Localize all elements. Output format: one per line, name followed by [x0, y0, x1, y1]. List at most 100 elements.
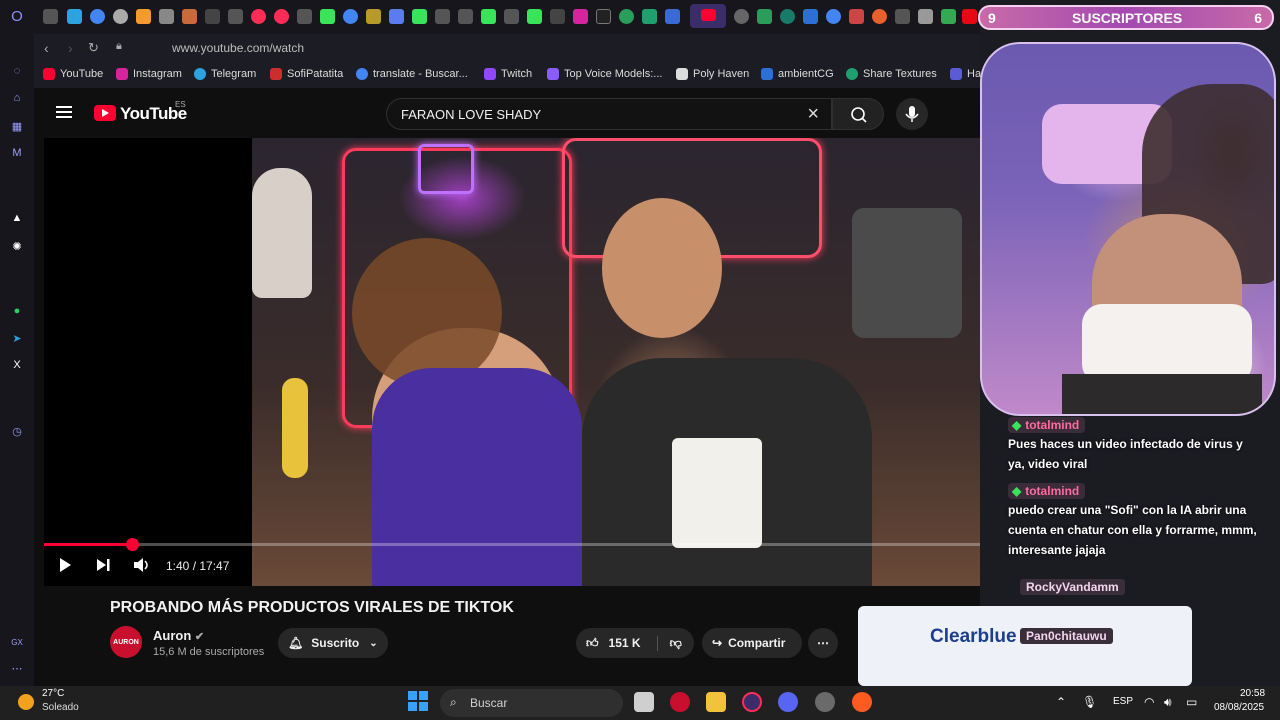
tab[interactable] — [366, 9, 381, 24]
start-button[interactable] — [408, 691, 428, 711]
tab[interactable] — [458, 9, 473, 24]
menu-icon[interactable] — [56, 106, 72, 118]
gx-icon[interactable]: GX — [9, 634, 25, 650]
clock-date[interactable]: 08/08/2025 — [1214, 702, 1264, 713]
bookmark-youtube[interactable]: YouTube — [43, 68, 103, 80]
tab[interactable] — [228, 9, 243, 24]
play-button[interactable] — [56, 556, 74, 579]
volume-button[interactable] — [132, 556, 152, 579]
lock-icon[interactable]: 🔒︎ — [116, 40, 122, 53]
battery-icon[interactable]: ▭ — [1186, 695, 1197, 709]
app-icon[interactable] — [815, 692, 835, 712]
share-button[interactable]: ↪ Compartir — [702, 628, 802, 658]
language-indicator[interactable]: ESP — [1113, 696, 1133, 707]
history-icon[interactable]: ◷ — [9, 423, 25, 439]
weather-temperature[interactable]: 27°C — [42, 688, 64, 699]
ad-banner[interactable]: Clearblue — [858, 606, 1192, 686]
tab[interactable] — [780, 9, 795, 24]
tab[interactable] — [159, 9, 174, 24]
reload-icon[interactable]: ↻ — [88, 40, 99, 56]
telegram-icon[interactable]: ➤ — [9, 330, 25, 346]
chatgpt-icon[interactable]: ✺ — [9, 238, 25, 254]
tab[interactable] — [895, 9, 910, 24]
messenger-icon[interactable]: M — [9, 145, 25, 161]
tab[interactable] — [573, 9, 588, 24]
bookmark-ambientcg[interactable]: ambientCG — [761, 68, 834, 80]
tab[interactable] — [826, 9, 841, 24]
task-view-icon[interactable] — [634, 692, 654, 712]
next-button[interactable] — [94, 556, 112, 579]
scrubber-handle[interactable] — [126, 538, 139, 551]
tab[interactable] — [297, 9, 312, 24]
tab[interactable] — [803, 9, 818, 24]
tab[interactable] — [43, 9, 58, 24]
tab[interactable] — [274, 9, 289, 24]
pinboard-icon[interactable]: ▦ — [9, 118, 25, 134]
like-count[interactable]: 151 K — [609, 636, 641, 650]
search-button[interactable] — [832, 98, 884, 130]
taskbar-search[interactable]: ⌕ Buscar — [440, 689, 623, 717]
url-field[interactable]: www.youtube.com/watch — [172, 41, 304, 55]
bookmark-telegram[interactable]: Telegram — [194, 68, 256, 80]
tab[interactable] — [665, 9, 680, 24]
video-player[interactable]: 1:40 / 17:47 — [44, 138, 980, 586]
speaker-icon[interactable]: 🔊︎ — [1164, 695, 1172, 710]
bookmark-sofipatatita[interactable]: SofiPatatita — [270, 68, 343, 80]
aria-icon[interactable]: ◌ — [9, 63, 25, 79]
tab[interactable] — [642, 9, 657, 24]
opera-logo-icon[interactable]: O — [9, 8, 25, 25]
tab[interactable] — [619, 9, 634, 24]
wifi-icon[interactable]: ◠ — [1144, 695, 1154, 709]
like-icon[interactable]: 👍︎ — [586, 636, 599, 651]
tab[interactable] — [389, 9, 404, 24]
sun-icon[interactable] — [18, 694, 34, 710]
more-icon[interactable]: ⋯ — [9, 660, 25, 676]
x-icon[interactable]: X — [9, 357, 25, 373]
subscribe-button[interactable]: 🔔︎ Suscrito ⌄ — [278, 628, 388, 658]
tab[interactable] — [320, 9, 335, 24]
tab[interactable] — [251, 9, 266, 24]
tab[interactable] — [67, 9, 82, 24]
voice-search-button[interactable] — [896, 98, 928, 130]
bookmark-translate[interactable]: translate - Buscar... — [356, 68, 468, 80]
tab[interactable] — [757, 9, 772, 24]
forward-icon[interactable]: › — [68, 40, 73, 56]
bookmark-share-textures[interactable]: Share Textures — [846, 68, 937, 80]
discord-icon[interactable] — [778, 692, 798, 712]
tab[interactable] — [918, 9, 933, 24]
tab[interactable] — [90, 9, 105, 24]
clear-icon[interactable]: × — [807, 103, 819, 126]
workspace-icon[interactable]: ⌂ — [9, 90, 25, 106]
microphone-icon[interactable]: 🎙︎ — [1082, 695, 1097, 709]
tab[interactable] — [435, 9, 450, 24]
chevron-up-icon[interactable]: ⌃ — [1056, 695, 1066, 709]
more-actions-button[interactable]: ⋯ — [808, 628, 838, 658]
dislike-icon[interactable]: 👎︎ — [656, 635, 682, 651]
tab[interactable] — [527, 9, 542, 24]
tab[interactable] — [182, 9, 197, 24]
search-input[interactable]: FARAON LOVE SHADY × — [386, 98, 832, 130]
tab[interactable] — [113, 9, 128, 24]
tab[interactable] — [412, 9, 427, 24]
clock-time[interactable]: 20:58 — [1240, 688, 1265, 699]
youtube-logo-icon[interactable] — [94, 105, 116, 121]
avatar[interactable]: AURON — [110, 626, 142, 658]
progress-bar[interactable] — [44, 538, 980, 551]
file-explorer-icon[interactable] — [706, 692, 726, 712]
tab[interactable] — [481, 9, 496, 24]
back-icon[interactable]: ‹ — [44, 40, 49, 56]
bookmark-poly-haven[interactable]: Poly Haven — [676, 68, 749, 80]
tab[interactable] — [343, 9, 358, 24]
active-tab[interactable] — [690, 4, 726, 28]
tab[interactable] — [872, 9, 887, 24]
bookmark-twitch[interactable]: Twitch — [484, 68, 532, 80]
tab[interactable] — [550, 9, 565, 24]
whatsapp-icon[interactable]: ● — [9, 303, 25, 319]
opera-gx-icon[interactable] — [742, 692, 762, 712]
tab[interactable] — [596, 9, 611, 24]
tab[interactable] — [734, 9, 749, 24]
bookmark-instagram[interactable]: Instagram — [116, 68, 182, 80]
channel-name[interactable]: Auron ✔︎ — [153, 628, 204, 643]
weather-description[interactable]: Soleado — [42, 702, 79, 713]
tab[interactable] — [504, 9, 519, 24]
